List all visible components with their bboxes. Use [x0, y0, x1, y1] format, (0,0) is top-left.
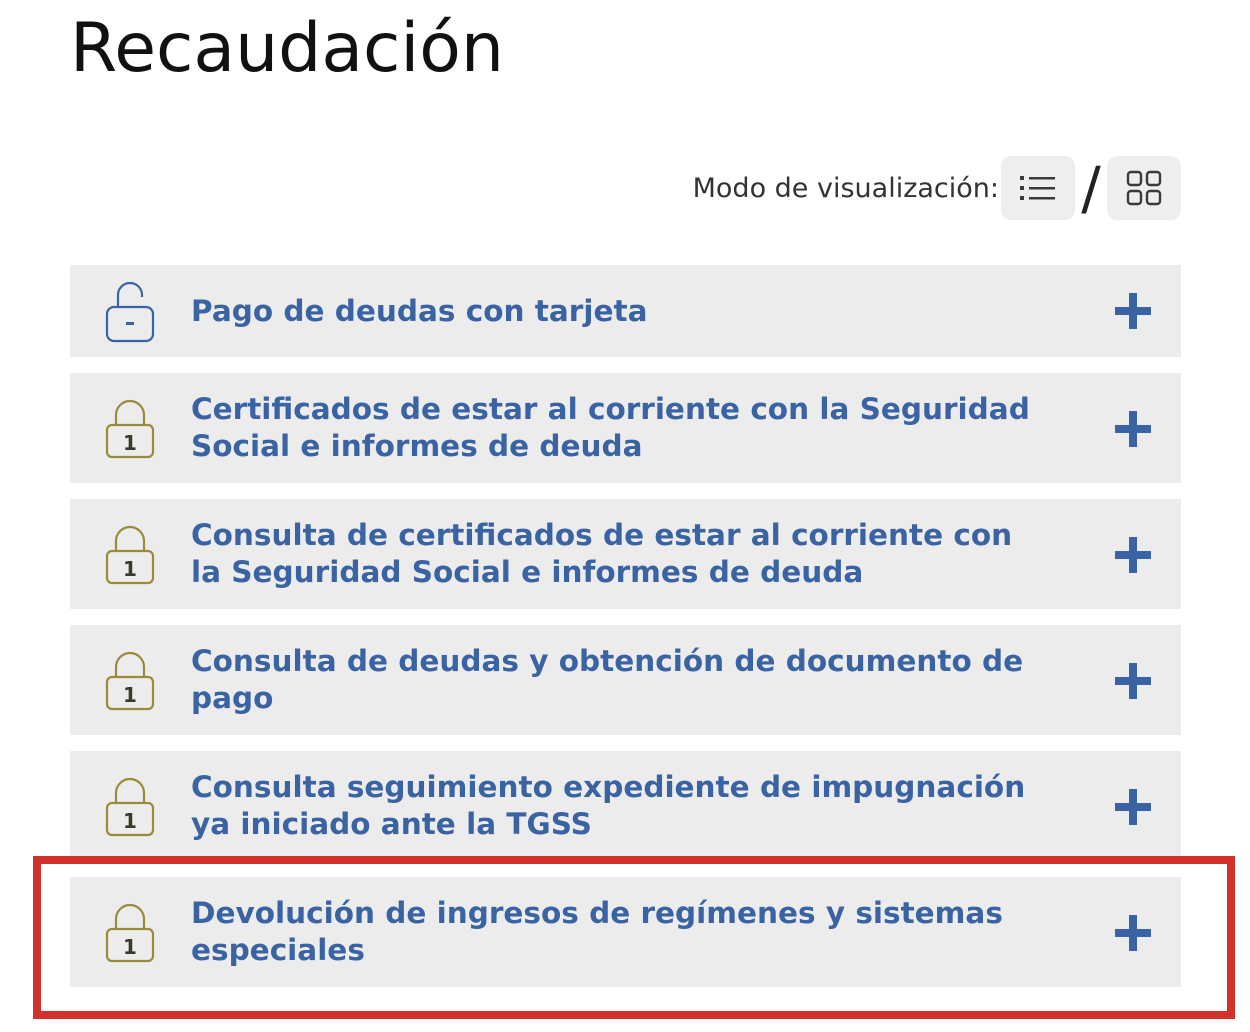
- service-label[interactable]: Consulta seguimiento expediente de impug…: [191, 769, 1031, 843]
- service-label[interactable]: Pago de deudas con tarjeta: [191, 293, 1031, 330]
- services-list: Pago de deudas con tarjeta 1 Certificado…: [70, 265, 1181, 1003]
- view-mode-switcher: Modo de visualización: /: [693, 156, 1181, 220]
- service-item-consulta-expediente[interactable]: 1 Consulta seguimiento expediente de imp…: [70, 751, 1181, 861]
- service-item-consulta-deudas[interactable]: 1 Consulta de deudas y obtención de docu…: [70, 625, 1181, 735]
- lock-level-text: 1: [123, 557, 137, 581]
- service-label[interactable]: Devolución de ingresos de regímenes y si…: [191, 895, 1031, 969]
- lock-level-text: 1: [123, 431, 137, 455]
- view-mode-separator: /: [1081, 154, 1101, 222]
- padlock-level-1-icon: 1: [105, 651, 155, 711]
- unlocked-padlock-icon: [105, 281, 155, 343]
- grid-icon: [1126, 170, 1162, 206]
- service-label[interactable]: Consulta de deudas y obtención de docume…: [191, 643, 1031, 717]
- page-title: Recaudación: [70, 9, 504, 88]
- lock-level-text: 1: [123, 683, 137, 707]
- lock-level-text: 1: [123, 809, 137, 833]
- padlock-level-1-icon: 1: [105, 777, 155, 837]
- plus-icon[interactable]: [1113, 535, 1153, 575]
- plus-icon[interactable]: [1113, 409, 1153, 449]
- padlock-level-1-icon: 1: [105, 903, 155, 963]
- plus-icon[interactable]: [1113, 787, 1153, 827]
- service-label[interactable]: Consulta de certificados de estar al cor…: [191, 517, 1031, 591]
- plus-icon[interactable]: [1113, 913, 1153, 953]
- page: Recaudación Modo de visualización: / Pag…: [0, 0, 1250, 1032]
- plus-icon[interactable]: [1113, 661, 1153, 701]
- service-item-pago-deudas-tarjeta[interactable]: Pago de deudas con tarjeta: [70, 265, 1181, 357]
- list-view-button[interactable]: [1001, 156, 1075, 220]
- service-item-certificados[interactable]: 1 Certificados de estar al corriente con…: [70, 373, 1181, 483]
- lock-level-text: 1: [123, 935, 137, 959]
- list-icon: [1020, 176, 1055, 200]
- service-item-devolucion-ingresos[interactable]: 1 Devolución de ingresos de regímenes y …: [70, 877, 1181, 987]
- service-label[interactable]: Certificados de estar al corriente con l…: [191, 391, 1031, 465]
- view-mode-label: Modo de visualización:: [692, 172, 999, 204]
- grid-view-button[interactable]: [1107, 156, 1181, 220]
- service-item-consulta-certificados[interactable]: 1 Consulta de certificados de estar al c…: [70, 499, 1181, 609]
- padlock-level-1-icon: 1: [105, 399, 155, 459]
- padlock-level-1-icon: 1: [105, 525, 155, 585]
- plus-icon[interactable]: [1113, 291, 1153, 331]
